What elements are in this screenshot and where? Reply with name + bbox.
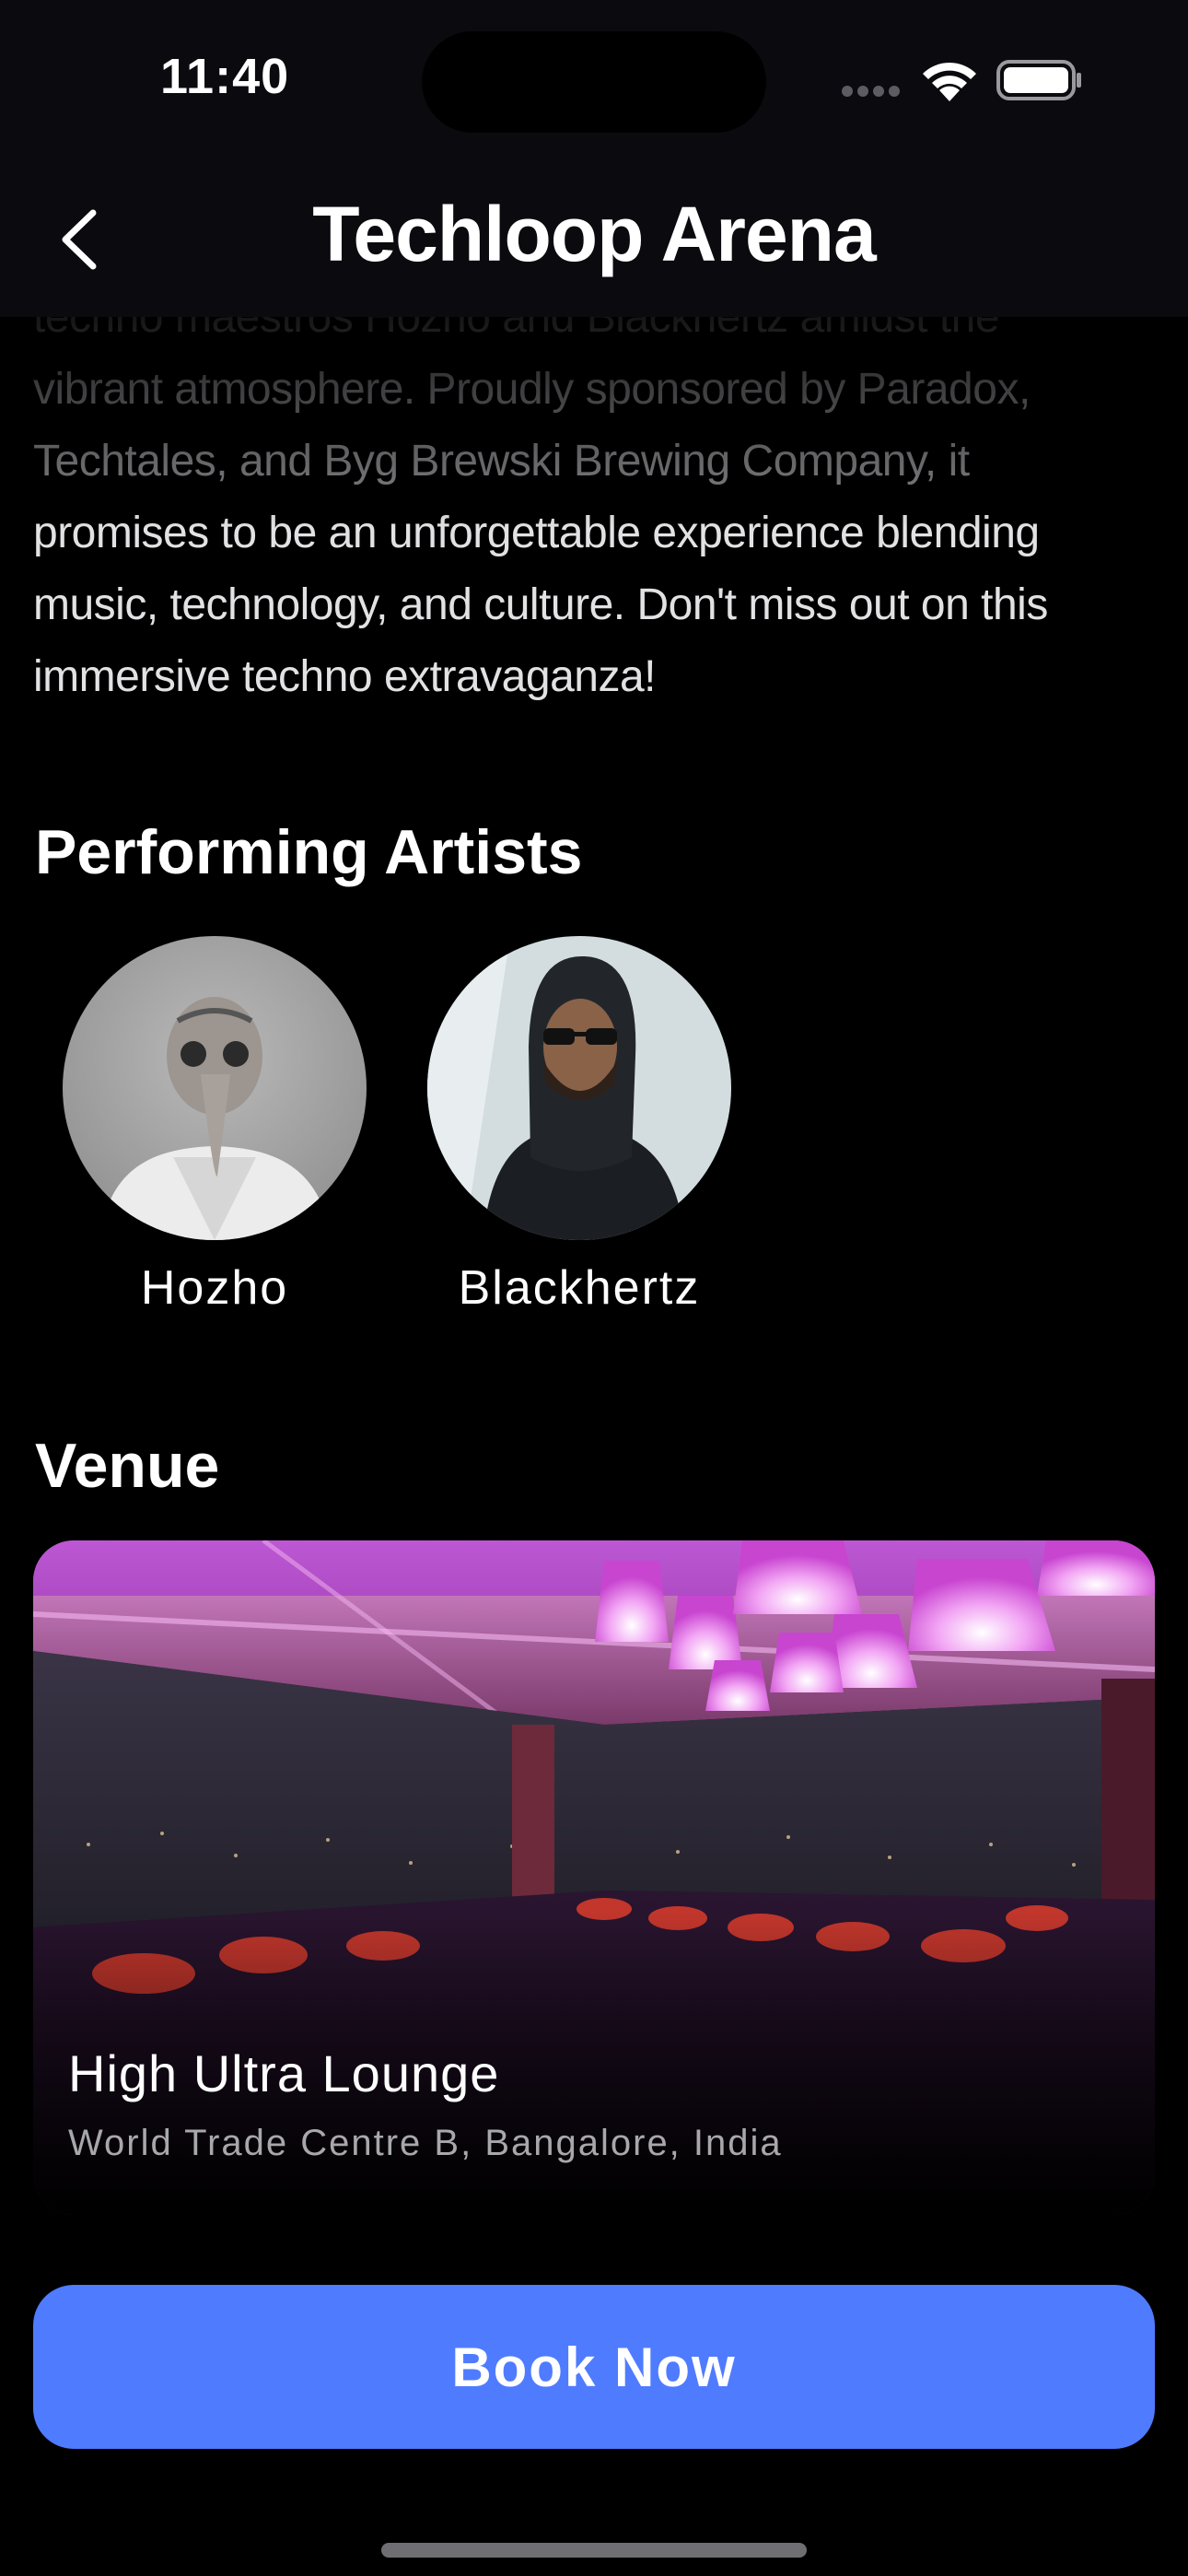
venue-address: World Trade Centre B, Bangalore, India — [68, 2123, 783, 2163]
status-time: 11:40 — [160, 49, 290, 104]
description-faded-lines: vibrant atmosphere. Proudly sponsored by… — [33, 365, 1031, 486]
venue-image — [33, 1540, 1155, 2215]
page-title: Techloop Arena — [312, 191, 876, 277]
top-bar: 11:40 Techloop Arena — [0, 0, 1188, 317]
back-button[interactable] — [42, 203, 116, 276]
battery-icon — [996, 60, 1081, 100]
venue-name: High Ultra Lounge — [68, 2044, 500, 2102]
artist-card[interactable]: Hozho — [63, 936, 367, 1316]
dynamic-island — [422, 31, 766, 133]
venue-section-title: Venue — [35, 1431, 220, 1501]
home-indicator — [381, 2543, 807, 2558]
avatar — [427, 936, 731, 1240]
artist-name: Hozho — [140, 1261, 289, 1315]
description-text: promises to be an unforgettable experien… — [33, 509, 1048, 701]
venue-card[interactable]: High Ultra Lounge World Trade Centre B, … — [33, 1540, 1155, 2215]
wifi-icon — [923, 62, 976, 101]
artist-card[interactable]: Blackhertz — [427, 936, 731, 1316]
artists-section-title: Performing Artists — [35, 817, 583, 887]
cellular-dots-icon — [842, 85, 904, 101]
artist-name: Blackhertz — [458, 1261, 701, 1315]
chevron-left-icon — [62, 209, 97, 270]
event-description: techno maestros Hozho and Blackhertz ami… — [33, 282, 1138, 713]
avatar — [63, 936, 367, 1240]
book-now-button[interactable]: Book Now — [33, 2285, 1155, 2449]
